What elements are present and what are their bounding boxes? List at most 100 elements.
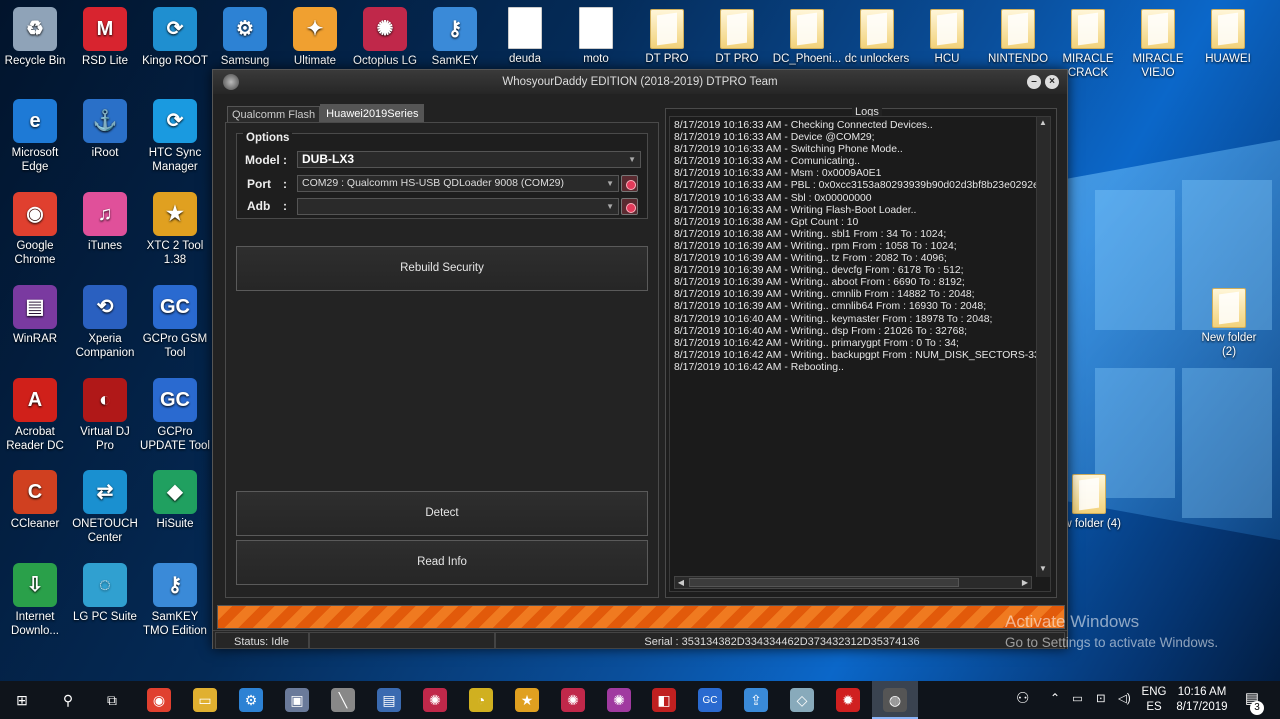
log-line: 8/17/2019 10:16:33 AM - Writing Flash-Bo… (674, 204, 917, 216)
file-explorer-icon[interactable]: ▭ (193, 688, 217, 712)
octoplus-icon[interactable]: ✺ (561, 688, 585, 712)
xtc-badge-icon[interactable]: ★ (515, 688, 539, 712)
desktop-icon[interactable]: HUAWEI (1193, 9, 1263, 66)
desktop-icon[interactable]: GC GCPro UPDATE Tool (140, 378, 210, 453)
chevron-up-icon[interactable]: ⌃ (1050, 691, 1060, 706)
model-select[interactable]: DUB-LX3 ▼ (297, 151, 641, 168)
logs-vertical-scrollbar[interactable]: ▲ ▼ (1036, 117, 1050, 577)
rebuild-security-button[interactable]: Rebuild Security (236, 246, 648, 291)
chevron-down-icon[interactable]: ▼ (606, 176, 614, 191)
mobile-tool-icon[interactable]: ▣ (285, 688, 309, 712)
samsung-gear-icon[interactable]: ⚙ (239, 688, 263, 712)
desktop-icon[interactable]: ▤ WinRAR (0, 285, 70, 346)
folder-icon (1001, 9, 1035, 49)
search-icon[interactable]: ⚲ (56, 688, 80, 712)
desktop-icon[interactable]: e Microsoft Edge (0, 99, 70, 174)
battery-icon[interactable]: ▭ (1072, 692, 1083, 707)
scroll-down-icon[interactable]: ▼ (1037, 563, 1049, 574)
task-view-icon[interactable]: ⧉ (100, 688, 124, 712)
close-icon[interactable]: × (1045, 75, 1059, 89)
desktop-icon[interactable]: C CCleaner (0, 470, 70, 531)
desktop-icon[interactable]: ⟲ Xperia Companion (70, 285, 140, 360)
desktop-icon[interactable]: M RSD Lite (70, 7, 140, 68)
desktop-icon[interactable]: MIRACLE VIEJO (1123, 9, 1193, 80)
tab-huawei2019series[interactable]: Huawei2019Series (320, 104, 425, 123)
scroll-right-icon[interactable]: ▶ (1019, 577, 1031, 588)
minimize-icon[interactable]: – (1027, 75, 1041, 89)
clock[interactable]: 10:16 AM 8/17/2019 (1172, 685, 1232, 715)
detect-button[interactable]: Detect (236, 491, 648, 536)
octoplus-icon[interactable]: ✺ (423, 688, 447, 712)
log-line: 8/17/2019 10:16:33 AM - Comunicating.. (674, 156, 860, 168)
logs-textarea[interactable]: 8/17/2019 10:16:33 AM - Checking Connect… (669, 116, 1051, 592)
gcpro-icon[interactable]: GC (698, 688, 722, 712)
desktop-icon[interactable]: ⚓ iRoot (70, 99, 140, 160)
desktop-icon[interactable]: ◉ Google Chrome (0, 192, 70, 267)
tab-qualcomm-flash[interactable]: Qualcomm Flash (227, 106, 321, 123)
desktop-icon[interactable]: HCU (912, 9, 982, 66)
desktop-icon[interactable]: dc unlockers (842, 9, 912, 66)
desktop-icon[interactable]: ◆ HiSuite (140, 470, 210, 531)
scroll-left-icon[interactable]: ◀ (675, 577, 687, 588)
logs-horizontal-scrollbar[interactable]: ◀ ▶ (674, 576, 1032, 589)
desktop-icon[interactable]: DT PRO (632, 9, 702, 66)
desktop-icon[interactable]: NINTENDO (983, 9, 1053, 66)
desktop-icon[interactable]: ⇄ ONETOUCH Center (70, 470, 140, 545)
desktop-icon[interactable]: ✺ Octoplus LG (350, 7, 420, 68)
people-icon[interactable]: ⚇ (1016, 691, 1029, 706)
huawei-icon[interactable]: ✹ (836, 688, 860, 712)
port-refresh-button[interactable] (621, 175, 638, 192)
volume-icon[interactable]: ◁) (1118, 692, 1131, 707)
desktop-icon[interactable]: ⚷ SamKEY (420, 7, 490, 68)
log-line: 8/17/2019 10:16:33 AM - Msm : 0x0009A0E1 (674, 168, 882, 180)
dtpro-icon[interactable]: ◍ (883, 688, 907, 712)
folder-icon (1211, 9, 1245, 49)
flash-tool-icon[interactable]: ▤ (377, 688, 401, 712)
desktop-icon[interactable]: New folder (2) (1194, 288, 1264, 359)
desktop-icon[interactable]: ★ XTC 2 Tool 1.38 (140, 192, 210, 267)
network-icon[interactable]: ⊡ (1096, 692, 1106, 707)
desktop-icon[interactable]: DT PRO (702, 9, 772, 66)
desktop-icon[interactable]: ⟳ HTC Sync Manager (140, 99, 210, 174)
desktop-icon[interactable]: ⚙ Samsung (210, 7, 280, 68)
desktop-icon[interactable]: ⟳ Kingo ROOT (140, 7, 210, 68)
chevron-down-icon[interactable]: ▼ (628, 152, 636, 167)
desktop-icon[interactable]: ◌ LG PC Suite (70, 563, 140, 624)
desktop-icon[interactable]: A Acrobat Reader DC (0, 378, 70, 453)
windows-start-icon[interactable]: ⊞ (10, 688, 34, 712)
model-label: Model (245, 153, 280, 167)
scroll-up-icon[interactable]: ▲ (1037, 117, 1049, 128)
sunglasses-icon[interactable]: ◔ (469, 688, 493, 712)
lang-top: ENG (1141, 686, 1167, 698)
lg-pc-suite-icon: ◌ (83, 563, 127, 607)
log-line: 8/17/2019 10:16:39 AM - Writing.. devcfg… (674, 265, 964, 277)
desktop-icon[interactable]: ⚷ SamKEY TMO Edition (140, 563, 210, 638)
chrome-icon[interactable]: ◉ (147, 688, 171, 712)
desktop-icon[interactable]: ⇩ Internet Downlo... (0, 563, 70, 638)
desktop-icon[interactable]: ◐ Virtual DJ Pro (70, 378, 140, 453)
folder-icon (930, 9, 964, 49)
adb-select[interactable]: ▼ (297, 198, 619, 215)
window-titlebar[interactable]: WhosyourDaddy EDITION (2018-2019) DTPRO … (213, 70, 1067, 94)
language-indicator[interactable]: ENG ES (1140, 685, 1168, 715)
desktop-icon[interactable]: deuda (490, 7, 560, 66)
octoplus-icon[interactable]: ✺ (607, 688, 631, 712)
desktop-icon[interactable]: moto (561, 7, 631, 66)
gcpro-icon: GC (153, 285, 197, 329)
flash-icon[interactable]: ◧ (652, 688, 676, 712)
eraser-icon[interactable]: ◇ (790, 688, 814, 712)
desktop-icon[interactable]: GC GCPro GSM Tool (140, 285, 210, 360)
scroll-thumb[interactable] (689, 578, 959, 587)
desktop-icon[interactable]: DC_Phoeni... (772, 9, 842, 66)
chevron-down-icon[interactable]: ▼ (606, 199, 614, 214)
desktop-icon[interactable]: ✦ Ultimate (280, 7, 350, 68)
usb-cable-icon[interactable]: ╲ (331, 688, 355, 712)
read-info-button[interactable]: Read Info (236, 540, 648, 585)
model-colon: : (283, 153, 287, 167)
adb-refresh-button[interactable] (621, 198, 638, 215)
port-select[interactable]: COM29 : Qualcomm HS-USB QDLoader 9008 (C… (297, 175, 619, 192)
upload-icon[interactable]: ⇪ (744, 688, 768, 712)
desktop-icon[interactable]: ♫ iTunes (70, 192, 140, 253)
desktop-icon[interactable]: ♻ Recycle Bin (0, 7, 70, 68)
log-line: 8/17/2019 10:16:42 AM - Writing.. backup… (674, 349, 1036, 361)
